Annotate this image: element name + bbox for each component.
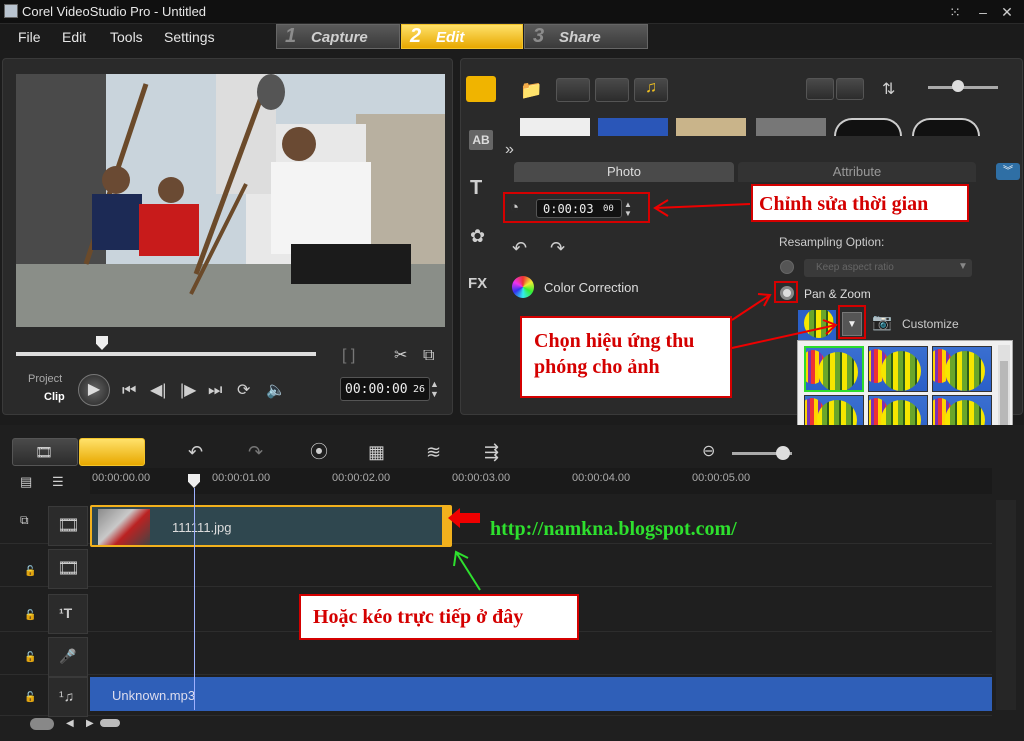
effect-annotation: Chọn hiệu ứng thu phóng cho ảnh	[520, 316, 732, 398]
duration-annotation-text: Chỉnh sửa thời gian	[759, 193, 929, 215]
duration-annotation: Chỉnh sửa thời gian	[751, 184, 969, 222]
drag-annotation: Hoặc kéo trực tiếp ở đây	[299, 594, 579, 640]
blog-url: http://namkna.blogspot.com/	[490, 518, 737, 540]
effect-annotation-text: Chọn hiệu ứng thu phóng cho ảnh	[534, 330, 695, 378]
drag-annotation-text: Hoặc kéo trực tiếp ở đây	[313, 606, 524, 628]
